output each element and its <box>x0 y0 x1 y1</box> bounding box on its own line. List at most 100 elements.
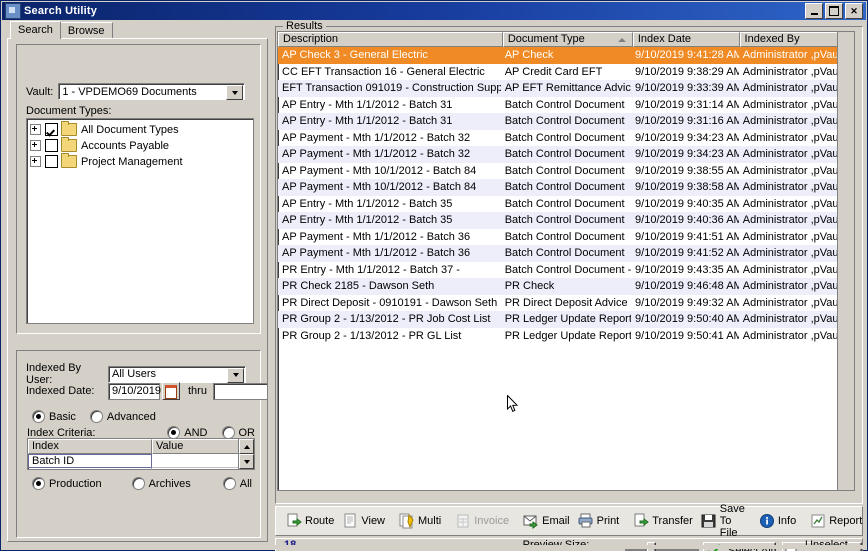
radio-production-dot <box>32 477 45 490</box>
tree-node-label: Project Management <box>81 155 183 168</box>
toolbar-route-button[interactable]: Route <box>282 508 338 534</box>
radio-basic[interactable]: Basic <box>32 410 76 423</box>
cell-index-date: 9/10/2019 9:41:51 AM <box>635 230 739 243</box>
index-criteria-cell-index[interactable]: Doc ID <box>28 468 152 469</box>
radio-production[interactable]: Production <box>32 477 102 490</box>
indexed-date-from-input[interactable]: 9/10/2019 <box>108 382 161 400</box>
results-row[interactable]: PR Group 2 - 1/13/2012 - PR Job Cost Lis… <box>278 311 854 328</box>
results-row[interactable]: AP Entry - Mth 1/1/2012 - Batch 31 Batch … <box>278 113 854 130</box>
results-row[interactable]: AP Entry - Mth 1/1/2012 - Batch 35 Batch … <box>278 196 854 213</box>
toolbar-print-button[interactable]: Print <box>574 508 624 534</box>
results-row[interactable]: AP Payment - Mth 10/1/2012 - Batch 84 Bat… <box>278 179 854 196</box>
maximize-button[interactable] <box>825 3 843 19</box>
column-header-description[interactable]: Description <box>278 32 503 47</box>
calendar-icon-from[interactable] <box>162 382 180 400</box>
results-row[interactable]: EFT Transaction 091019 - Construction Su… <box>278 80 854 97</box>
toolbar-view-button[interactable]: View <box>338 508 389 534</box>
toolbar-report-button[interactable]: Report <box>806 508 866 534</box>
tab-browse[interactable]: Browse <box>59 22 113 39</box>
vault-select[interactable]: 1 - VPDEMO69 Documents <box>58 83 246 100</box>
radio-archives[interactable]: Archives <box>131 477 191 490</box>
expand-icon[interactable] <box>30 156 41 167</box>
cell-description: PR Group 2 - 1/13/2012 - PR Job Cost Lis… <box>282 313 491 325</box>
toolbar-save-to-file-button[interactable]: Save To File <box>697 503 749 539</box>
column-header-index-date[interactable]: Index Date <box>632 32 740 47</box>
toolbar-report-label: Report <box>829 515 863 527</box>
toolbar-multi-button[interactable]: Multi <box>395 508 445 534</box>
index-criteria-row[interactable]: Doc ID <box>28 468 254 469</box>
results-row[interactable]: AP Payment - Mth 1/1/2012 - Batch 36 Batc… <box>278 229 854 246</box>
cell-document-type: Batch Control Document <box>504 197 625 210</box>
tab-search[interactable]: Search <box>10 21 61 39</box>
scroll-up-button[interactable] <box>239 439 254 454</box>
results-row[interactable]: AP Payment - Mth 1/1/2012 - Batch 32 Batc… <box>278 130 854 147</box>
close-button[interactable]: ✕ <box>845 3 863 19</box>
results-row[interactable]: PR Check 2185 - Dawson Seth PR Check 9/10/… <box>278 278 854 295</box>
index-criteria-cell-index[interactable]: Batch ID <box>28 454 152 468</box>
index-criteria-grid[interactable]: Index Value Batch ID Doc ID <box>27 438 255 470</box>
index-criteria-scrollbar[interactable] <box>238 439 254 469</box>
scroll-down-button[interactable] <box>239 454 254 469</box>
expand-icon[interactable] <box>30 140 41 151</box>
column-header-document-type[interactable]: Document Type <box>502 32 633 47</box>
cell-index-date: 9/10/2019 9:41:52 AM <box>635 247 739 259</box>
report-icon <box>810 513 826 529</box>
search-tab-panel: Vault: 1 - VPDEMO69 Documents Document T… <box>7 38 292 542</box>
mode-radio-group: Basic Advanced <box>32 410 170 423</box>
route-icon <box>286 513 302 529</box>
toolbar-transfer-button[interactable]: Transfer <box>629 508 697 534</box>
indexed-by-user-value: All Users <box>112 368 157 380</box>
results-row[interactable]: AP Entry - Mth 1/1/2012 - Batch 31 Batch … <box>278 97 854 114</box>
index-criteria-row[interactable]: Batch ID <box>28 454 254 468</box>
results-row[interactable]: AP Payment - Mth 10/1/2012 - Batch 84 Bat… <box>278 163 854 180</box>
toolbar-invoice-label: Invoice <box>474 515 510 527</box>
results-scrollbar[interactable] <box>837 32 854 490</box>
indexed-by-user-select[interactable]: All Users <box>108 365 246 383</box>
cell-index-date: 9/10/2019 9:38:55 AM <box>635 164 739 177</box>
results-row[interactable]: AP Entry - Mth 1/1/2012 - Batch 35 Batch … <box>278 212 854 229</box>
index-criteria-cell-value[interactable] <box>152 454 240 468</box>
cell-document-type: AP Check <box>504 49 554 61</box>
toolbar-save-to-file-label: Save To File <box>719 503 745 539</box>
radio-basic-dot <box>32 410 45 423</box>
expand-icon[interactable] <box>30 124 41 135</box>
results-row[interactable]: AP Payment - Mth 1/1/2012 - Batch 32 Batc… <box>278 146 854 163</box>
tree-node-project-management[interactable]: Project Management <box>30 153 253 169</box>
radio-advanced[interactable]: Advanced <box>89 410 156 423</box>
save-icon <box>701 513 717 529</box>
results-row[interactable]: PR Group 2 - 1/13/2012 - PR GL List PR Le… <box>278 328 854 345</box>
tree-checkbox[interactable] <box>45 139 58 152</box>
minimize-button[interactable] <box>805 3 823 19</box>
maximize-icon <box>829 6 839 16</box>
cell-description: AP Payment - Mth 10/1/2012 - Batch 84 <box>282 181 477 193</box>
document-types-tree[interactable]: All Document Types Accounts Payable Proj… <box>26 118 254 324</box>
index-criteria-cell-value[interactable] <box>152 468 240 469</box>
results-row[interactable]: CC EFT Transaction 16 - General Electric… <box>278 64 854 81</box>
results-table[interactable]: Description Document Type Index Date Ind… <box>277 31 855 491</box>
indexed-date-thru-input[interactable] <box>212 382 268 400</box>
radio-all-label: All <box>239 477 253 490</box>
tree-node-all-document-types[interactable]: All Document Types <box>30 121 253 137</box>
column-header-index[interactable]: Index <box>28 439 152 454</box>
tree-checkbox[interactable] <box>45 123 58 136</box>
cell-index-date: 9/10/2019 9:34:23 AM <box>635 131 739 144</box>
vault-dropdown-arrow[interactable] <box>226 85 244 100</box>
column-header-value[interactable]: Value <box>152 439 240 454</box>
indexed-by-user-dropdown-arrow[interactable] <box>227 367 244 383</box>
tree-checkbox[interactable] <box>45 155 58 168</box>
email-icon <box>523 513 539 529</box>
results-row[interactable]: AP Payment - Mth 1/1/2012 - Batch 36 Batc… <box>278 245 854 262</box>
tree-node-accounts-payable[interactable]: Accounts Payable <box>30 137 253 153</box>
toolbar-transfer-label: Transfer <box>652 515 693 527</box>
cell-document-type: Batch Control Document <box>504 115 625 127</box>
radio-all[interactable]: All <box>222 477 253 490</box>
results-row[interactable]: PR Direct Deposit - 0910191 - Dawson Set… <box>278 295 854 312</box>
cell-document-type: Batch Control Document <box>504 181 625 193</box>
results-row[interactable]: AP Check 3 - General Electric AP Check 9/1… <box>278 47 854 64</box>
toolbar-email-button[interactable]: Email <box>519 508 574 534</box>
cell-index-date: 9/10/2019 9:43:35 AM <box>635 263 739 276</box>
toolbar-info-button[interactable]: Info <box>755 508 800 534</box>
results-row[interactable]: PR Entry - Mth 1/1/2012 - Batch 37 - Batc… <box>278 262 854 279</box>
toolbar-invoice-button[interactable]: Invoice <box>451 508 513 534</box>
tab-browse-label: Browse <box>67 25 105 37</box>
